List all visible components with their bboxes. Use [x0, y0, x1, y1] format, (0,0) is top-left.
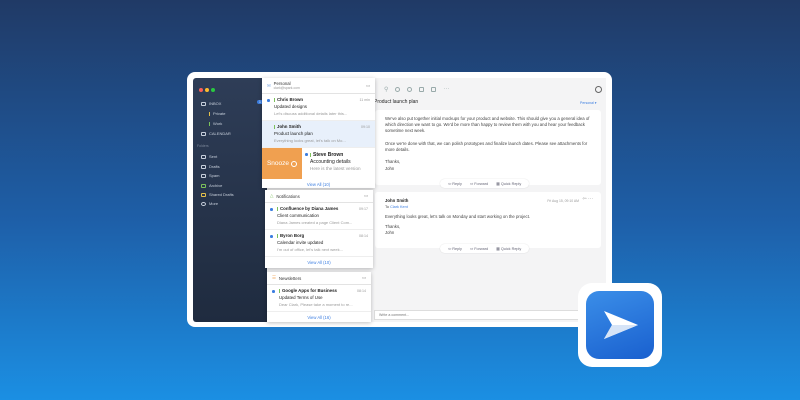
mail-icon: ✉	[267, 82, 271, 88]
view-all-link[interactable]: View All (10)	[265, 257, 373, 268]
shared-drafts-icon	[201, 192, 206, 197]
account-avatar-icon[interactable]	[595, 85, 602, 93]
folders-heading: Folders	[197, 144, 209, 148]
archive-icon[interactable]	[419, 86, 425, 92]
sidebar-item-calendar[interactable]: CALENDAR	[201, 131, 231, 136]
view-all-link[interactable]: View All (10)	[262, 179, 375, 190]
notifications-card: △ Notifications ▭ Confluence by Diana Jame…	[265, 190, 373, 268]
sidebar-item-work[interactable]: Work	[209, 121, 222, 126]
inbox-icon	[201, 101, 206, 106]
archive-all-icon[interactable]: ▭	[364, 193, 368, 199]
close-window-button[interactable]	[199, 88, 203, 92]
spam-icon	[201, 173, 206, 178]
snooze-icon[interactable]	[395, 86, 401, 92]
pin-icon[interactable]: ⚲	[384, 86, 388, 93]
mail-item[interactable]: Confluence by Diana James Client communic…	[265, 203, 373, 230]
info-icon[interactable]	[407, 86, 413, 92]
rss-icon: ☰	[272, 275, 276, 280]
toolbar: ⚲ ···	[370, 82, 606, 96]
message-2: John Smith To Clark Kent Fri Aug 15, 09:…	[375, 192, 601, 248]
forward-button[interactable]: ⇨ Forward	[470, 181, 488, 186]
more-options-icon[interactable]: ···	[443, 86, 449, 92]
move-folder-icon[interactable]	[431, 86, 437, 92]
sidebar-item-inbox[interactable]: INBOX	[201, 101, 221, 106]
reply-button[interactable]: ⇦ Reply	[448, 246, 462, 251]
mail-item[interactable]: Steve Brown Accounting details Here is the…	[302, 148, 375, 179]
comment-input[interactable]	[374, 310, 600, 320]
message-2-actions: ⇦ Reply ⇨ Forward ▦ Quick Reply	[440, 244, 530, 253]
view-all-link[interactable]: View All (16)	[267, 312, 371, 323]
sidebar-item-archive[interactable]: Archive	[201, 183, 222, 188]
newsletters-card: ☰ Newsletters ▭ Google Apps for Business Up…	[267, 272, 371, 322]
reply-button[interactable]: ⇦ Reply	[448, 181, 462, 186]
archive-all-icon[interactable]: ▭	[366, 83, 370, 89]
thread-title: Product launch plan	[374, 99, 419, 105]
recipient-link[interactable]: Clark Kent	[390, 205, 408, 209]
personal-header: ✉ Personal clark@spark.com ▭	[262, 78, 375, 94]
mail-item[interactable]: Byron Borg Calendar invite updated I'm out…	[265, 230, 373, 257]
sidebar: INBOX 1 Private Work CALENDAR Folders Se…	[193, 78, 267, 322]
bell-icon: △	[270, 193, 274, 198]
mail-item[interactable]: Chris Brown Updated designs Let's discuss …	[262, 94, 375, 121]
sidebar-item-sent[interactable]: Sent	[201, 154, 217, 159]
quick-reply-button[interactable]: ▦ Quick Reply	[496, 181, 521, 186]
mail-item-selected[interactable]: John Smith Product launch plan Everything …	[262, 121, 375, 148]
message-1: We've also put together initial mockups …	[375, 110, 601, 185]
sidebar-item-spam[interactable]: Spam	[201, 173, 219, 178]
message-date: Fri Aug 15, 09:10 AM	[547, 199, 579, 203]
account-selector[interactable]: Personal ▾	[580, 101, 597, 105]
minimize-window-button[interactable]	[205, 88, 209, 92]
personal-card: ✉ Personal clark@spark.com ▭ Chris Brown Upd…	[262, 78, 375, 188]
drafts-icon	[201, 164, 206, 169]
more-icon	[201, 201, 206, 206]
maximize-window-button[interactable]	[211, 88, 215, 92]
sidebar-item-more[interactable]: More	[201, 201, 218, 206]
quick-reply-button[interactable]: ▦ Quick Reply	[496, 246, 521, 251]
archive-all-icon[interactable]: ▭	[362, 275, 366, 281]
clock-icon	[291, 160, 298, 167]
sidebar-item-private[interactable]: Private	[209, 111, 225, 116]
sidebar-item-shared-drafts[interactable]: Shared Drafts	[201, 192, 234, 197]
message-1-actions: ⇦ Reply ⇨ Forward ▦ Quick Reply	[440, 179, 530, 188]
calendar-icon	[201, 131, 206, 136]
sidebar-item-drafts[interactable]: Drafts	[201, 164, 220, 169]
mail-item[interactable]: Google Apps for Business Updated Terms of…	[267, 285, 371, 312]
snooze-swipe-action[interactable]: Snooze	[262, 148, 302, 179]
forward-button[interactable]: ⇨ Forward	[470, 246, 488, 251]
spark-logo-icon	[586, 291, 654, 359]
archive-icon	[201, 183, 206, 188]
sent-icon	[201, 154, 206, 159]
message-reply-icon[interactable]: ⇦ ···	[582, 196, 593, 202]
